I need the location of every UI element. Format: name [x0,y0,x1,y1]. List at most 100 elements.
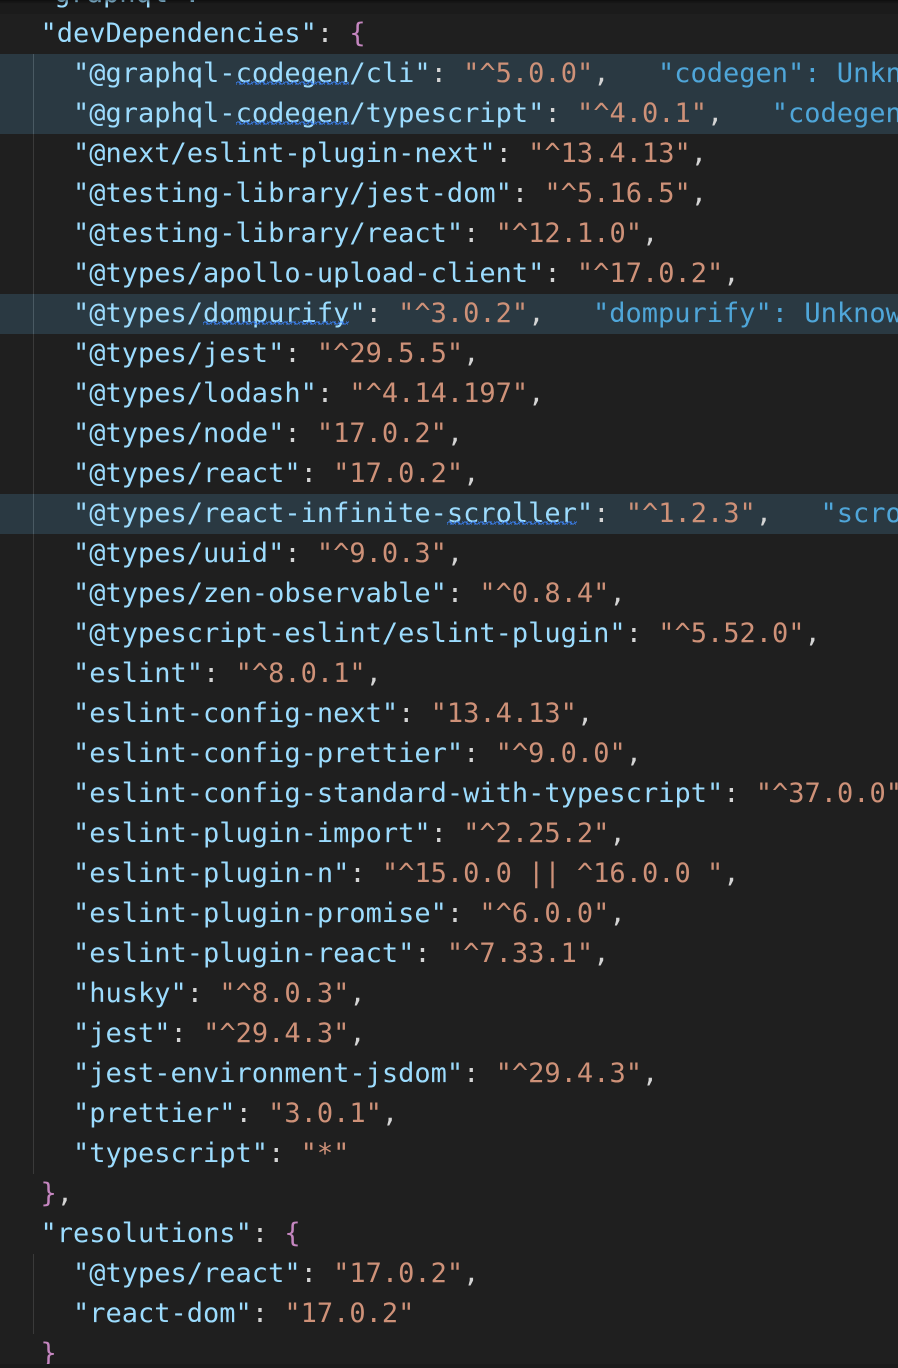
code-line[interactable]: "react-dom": "17.0.2" [0,1294,898,1334]
code-line[interactable]: "@types/dompurify": "^3.0.2", "dompurify"… [0,294,898,334]
indent-guide [32,1014,34,1054]
json-key: "@types/node" [73,418,285,449]
code-line-text: "devDependencies": { [41,14,366,54]
code-line-text: "prettier": "3.0.1", [73,1094,398,1134]
json-key: "eslint" [73,658,204,689]
code-line[interactable]: "eslint-config-standard-with-typescript"… [0,774,898,814]
code-line[interactable]: "@testing-library/react": "^12.1.0", [0,214,898,254]
code-line-text: "@testing-library/react": "^12.1.0", [73,214,658,254]
json-string-value: "^8.0.3" [219,978,350,1009]
json-comma: , [381,1098,399,1129]
indent-guide [32,214,34,254]
code-line-text: "@types/jest": "^29.5.5", [73,334,479,374]
json-colon: : [463,1058,496,1089]
code-line[interactable]: "@types/lodash": "^4.14.197", [0,374,898,414]
json-colon: : [284,418,317,449]
json-colon: : [251,1298,285,1329]
json-colon: : [544,98,577,129]
inline-version-hint[interactable]: "dompurify": Unknown [593,294,898,334]
code-line[interactable]: "@types/react-infinite-scroller": "^1.2.… [0,494,898,534]
json-brace: { [349,18,366,49]
code-line[interactable]: "@types/react": "17.0.2", [0,1254,898,1294]
indent-guide [32,1134,34,1174]
json-string-value: "17.0.2" [333,1258,464,1289]
json-string-value: "^3.0.2" [398,298,529,329]
code-lines-container[interactable]: "devDependencies": {"@graphql-codegen/cl… [0,14,898,1368]
json-comma: , [446,538,464,569]
code-line-text: "@typescript-eslint/eslint-plugin": "^5.… [73,614,821,654]
code-line[interactable]: "jest": "^29.4.3", [0,1014,898,1054]
code-line[interactable]: "@types/uuid": "^9.0.3", [0,534,898,574]
code-line[interactable]: "prettier": "3.0.1", [0,1094,898,1134]
json-key: "@types/react" [73,458,301,489]
code-line[interactable]: "husky": "^8.0.3", [0,974,898,1014]
json-key: "@types/react-infinite-scroller" [73,498,594,529]
code-line[interactable]: "@next/eslint-plugin-next": "^13.4.13", [0,134,898,174]
json-key: "eslint-config-prettier" [73,738,464,769]
inline-version-hint[interactable]: "codegen": [772,94,898,134]
spellcheck-squiggle: codegen [235,58,350,89]
code-line[interactable]: "eslint-config-next": "13.4.13", [0,694,898,734]
json-string-value: "^15.0.0 || ^16.0.0 " [381,858,724,889]
inline-version-hint[interactable]: "scroll [821,494,898,534]
json-comma: , [755,498,773,529]
json-comma: , [641,218,659,249]
json-string-value: "^29.5.5" [316,338,464,369]
indent-guide [32,534,34,574]
json-comma: , [463,1258,480,1289]
json-colon: : [446,898,480,929]
code-line-text: }, [41,1174,74,1214]
json-string-value: "3.0.1" [268,1098,382,1129]
code-line-text: "react-dom": "17.0.2" [73,1294,414,1334]
json-comma: , [446,418,464,449]
code-line-text: "@types/apollo-upload-client": "^17.0.2"… [73,254,740,294]
json-colon: : [430,818,464,849]
code-line[interactable]: "eslint-plugin-n": "^15.0.0 || ^16.0.0 "… [0,854,898,894]
json-comma: , [723,258,740,289]
code-line[interactable]: "resolutions": { [0,1214,898,1254]
code-line[interactable]: "@types/apollo-upload-client": "^17.0.2"… [0,254,898,294]
json-colon: : [268,1138,301,1169]
code-line[interactable]: "typescript": "*" [0,1134,898,1174]
json-comma: , [463,338,480,369]
indent-guide [32,734,34,774]
json-colon: : [365,298,399,329]
json-colon: : [544,258,577,289]
code-line[interactable]: "@testing-library/jest-dom": "^5.16.5", [0,174,898,214]
code-line-text: "eslint": "^8.0.1", [73,654,382,694]
code-line[interactable]: }, [0,1174,898,1214]
inline-version-hint[interactable]: "codegen": Unknow [658,54,898,94]
json-string-value: "^5.0.0" [463,58,594,89]
json-comma: , [528,378,545,409]
code-line[interactable]: "@types/node": "17.0.2", [0,414,898,454]
json-colon: : [284,538,317,569]
code-line[interactable]: "@types/react": "17.0.2", [0,454,898,494]
json-key: "eslint-plugin-react" [73,938,415,969]
json-string-value: "^4.14.197" [349,378,529,409]
json-key: "husky" [73,978,187,1009]
code-line[interactable]: "eslint-config-prettier": "^9.0.0", [0,734,898,774]
code-line[interactable]: "@typescript-eslint/eslint-plugin": "^5.… [0,614,898,654]
code-line[interactable]: "eslint-plugin-react": "^7.33.1", [0,934,898,974]
code-line[interactable]: "devDependencies": { [0,14,898,54]
code-line[interactable]: "@graphql-codegen/cli": "^5.0.0", "codege… [0,54,898,94]
code-line[interactable]: "eslint-plugin-import": "^2.25.2", [0,814,898,854]
json-comma: , [690,178,707,209]
json-key: "devDependencies" [40,18,317,49]
json-comma: , [609,898,626,929]
code-editor-viewport[interactable]: "graphql": "devDependencies": {"@graphql… [0,0,898,1368]
code-line[interactable]: "eslint": "^8.0.1", [0,654,898,694]
json-comma: , [593,938,610,969]
code-line-text: "@types/react": "17.0.2", [73,454,479,494]
indent-guide [32,334,34,374]
code-line[interactable]: "jest-environment-jsdom": "^29.4.3", [0,1054,898,1094]
json-comma: , [609,818,626,849]
json-key: "eslint-plugin-n" [73,858,350,889]
indent-guide [32,494,34,534]
code-line[interactable]: } [0,1334,898,1368]
code-line[interactable]: "eslint-plugin-promise": "^6.0.0", [0,894,898,934]
code-line[interactable]: "@types/jest": "^29.5.5", [0,334,898,374]
code-line-text: "@types/react": "17.0.2", [73,1254,479,1294]
code-line[interactable]: "@graphql-codegen/typescript": "^4.0.1",… [0,94,898,134]
code-line[interactable]: "@types/zen-observable": "^0.8.4", [0,574,898,614]
